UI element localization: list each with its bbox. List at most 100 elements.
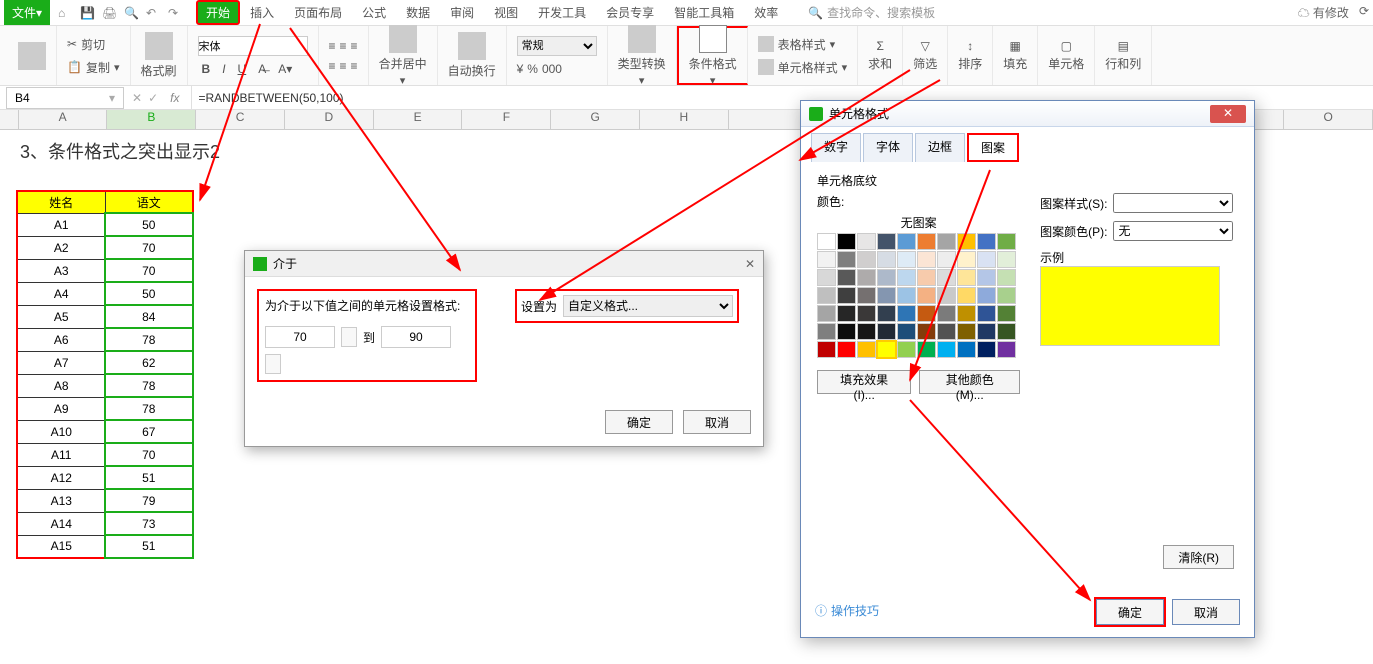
tab-efficiency[interactable]: 效率 [744,0,788,25]
color-swatch[interactable] [817,323,836,340]
cloud-status[interactable]: ☁ 有修改 [1298,4,1349,21]
cell-name[interactable]: A3 [17,259,105,282]
redo-icon[interactable]: ↷ [168,6,182,20]
color-swatch[interactable] [897,323,916,340]
table-row[interactable]: A450 [17,282,193,305]
table-row[interactable]: A762 [17,351,193,374]
color-swatch[interactable] [997,305,1016,322]
cut-button[interactable]: ✂剪切 [67,36,120,53]
color-swatch[interactable] [857,269,876,286]
format-painter-button[interactable]: 格式刷 [141,32,177,79]
strike-button[interactable]: A̶ [254,62,270,76]
color-swatch[interactable] [917,287,936,304]
color-swatch[interactable] [957,233,976,250]
color-swatch[interactable] [957,251,976,268]
cell-value[interactable]: 78 [105,328,193,351]
align-right-icon[interactable]: ≡ [351,59,358,73]
color-swatch[interactable] [877,341,896,358]
col-E[interactable]: E [374,110,463,129]
color-swatch[interactable] [917,233,936,250]
to-input[interactable] [381,326,451,348]
file-menu[interactable]: 文件 ▾ [4,0,50,25]
preview-icon[interactable]: 🔍 [124,6,138,20]
tab-start[interactable]: 开始 [196,0,240,25]
table-row[interactable]: A678 [17,328,193,351]
cell-value[interactable]: 50 [105,213,193,236]
font-color-button[interactable]: A▾ [274,62,296,76]
fill-button[interactable]: ▦填充 [1003,39,1027,72]
align-mid-icon[interactable]: ≡ [340,39,347,53]
col-G[interactable]: G [551,110,640,129]
font-name-select[interactable] [198,36,308,56]
color-swatch[interactable] [877,287,896,304]
tips-link[interactable]: ⓘ操作技巧 [815,602,879,619]
tab-dev[interactable]: 开发工具 [528,0,596,25]
tab-tools[interactable]: 智能工具箱 [664,0,744,25]
color-swatch[interactable] [877,305,896,322]
color-swatch[interactable] [977,287,996,304]
cell-name[interactable]: A13 [17,489,105,512]
color-swatch[interactable] [957,305,976,322]
color-swatch[interactable] [837,287,856,304]
col-B[interactable]: B [107,110,196,129]
color-swatch[interactable] [917,251,936,268]
color-swatch[interactable] [817,341,836,358]
color-swatch[interactable] [857,233,876,250]
cell-value[interactable]: 62 [105,351,193,374]
table-row[interactable]: A150 [17,213,193,236]
cell-name[interactable]: A9 [17,397,105,420]
color-swatch[interactable] [957,323,976,340]
color-swatch[interactable] [997,323,1016,340]
color-swatch[interactable] [957,269,976,286]
command-search[interactable]: 🔍 查找命令、搜索模板 [808,4,935,21]
tab-formula[interactable]: 公式 [352,0,396,25]
percent-icon[interactable]: % [527,62,538,76]
col-O[interactable]: O [1284,110,1373,129]
table-row[interactable]: A370 [17,259,193,282]
color-swatch[interactable] [977,305,996,322]
color-swatch[interactable] [997,233,1016,250]
color-swatch[interactable] [917,305,936,322]
color-swatch[interactable] [837,269,856,286]
color-swatch[interactable] [957,341,976,358]
cell-value[interactable]: 79 [105,489,193,512]
table-row[interactable]: A1551 [17,535,193,558]
home-icon[interactable]: ⌂ [58,6,72,20]
close-icon[interactable]: ✕ [745,257,755,271]
name-box[interactable]: B4▾ [6,87,124,109]
col-F[interactable]: F [462,110,551,129]
color-swatch[interactable] [937,341,956,358]
color-swatch[interactable] [857,305,876,322]
color-swatch[interactable] [897,233,916,250]
color-swatch[interactable] [937,251,956,268]
align-center-icon[interactable]: ≡ [340,59,347,73]
pattern-style-select[interactable] [1113,193,1233,213]
col-A[interactable]: A [19,110,108,129]
tab-layout[interactable]: 页面布局 [284,0,352,25]
table-row[interactable]: A878 [17,374,193,397]
cell-value[interactable]: 70 [105,443,193,466]
select-all-corner[interactable] [0,110,19,129]
color-swatch[interactable] [937,233,956,250]
filter-button[interactable]: ▽筛选 [913,39,937,72]
align-left-icon[interactable]: ≡ [329,59,336,73]
cell-value[interactable]: 70 [105,236,193,259]
table-row[interactable]: A1067 [17,420,193,443]
color-swatch[interactable] [897,269,916,286]
cancel-formula-icon[interactable]: ✕ [132,91,142,105]
color-swatch[interactable] [837,251,856,268]
col-C[interactable]: C [196,110,285,129]
color-swatch[interactable] [937,323,956,340]
color-swatch[interactable] [997,287,1016,304]
color-swatch[interactable] [997,269,1016,286]
color-swatch[interactable] [837,341,856,358]
color-swatch[interactable] [877,251,896,268]
table-row[interactable]: A978 [17,397,193,420]
cell-name[interactable]: A7 [17,351,105,374]
cell-value[interactable]: 50 [105,282,193,305]
tab-number[interactable]: 数字 [811,133,861,162]
color-swatch[interactable] [917,341,936,358]
cell-value[interactable]: 73 [105,512,193,535]
fx-icon[interactable]: fx [170,91,179,105]
color-swatch[interactable] [857,287,876,304]
